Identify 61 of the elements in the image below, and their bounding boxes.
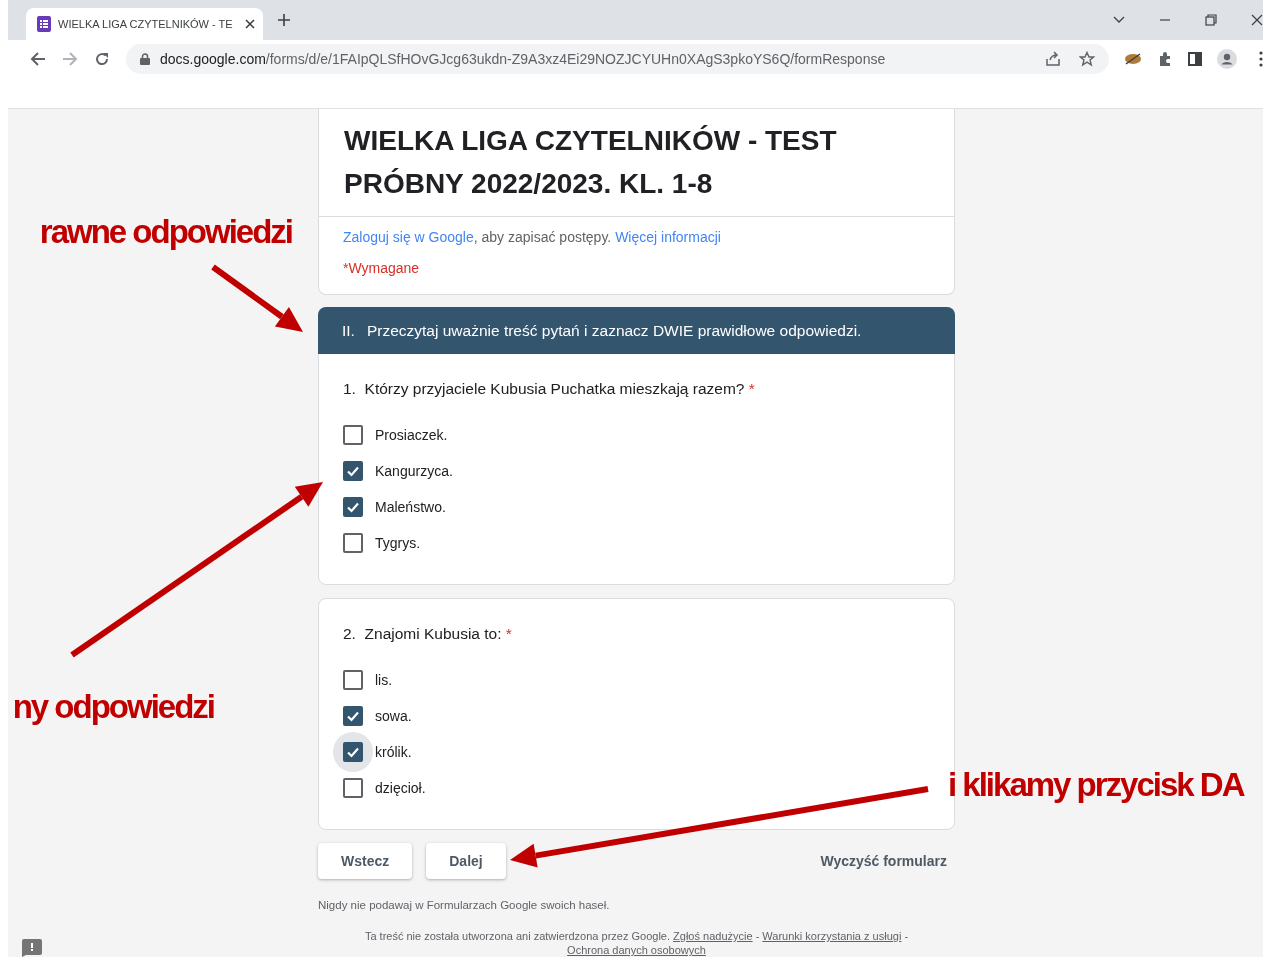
extension-icon[interactable]: [1124, 52, 1142, 66]
privacy-link[interactable]: Ochrona danych osobowych: [567, 943, 706, 957]
sign-in-link[interactable]: Zaloguj się w Google: [343, 229, 474, 245]
share-icon[interactable]: [1045, 51, 1061, 67]
reload-icon[interactable]: [94, 51, 110, 67]
section-title: Przeczytaj uważnie treść pytań i zaznacz DWIE prawidłowe odpowiedzi.: [366, 321, 862, 340]
lock-icon: [140, 53, 150, 65]
back-button[interactable]: Wstecz: [318, 843, 413, 879]
checkbox[interactable]: [343, 706, 363, 726]
form-title: WIELKA LIGA CZYTELNIKÓW - TEST PRÓBNY 2022/2023. KL. 1-8: [319, 109, 954, 217]
feedback-icon[interactable]: [22, 939, 42, 957]
question-text: 1. Którzy przyjaciele Kubusia Puchatka mieszkają razem? *: [343, 379, 756, 399]
close-icon[interactable]: [245, 19, 255, 29]
check-icon: [346, 745, 360, 759]
option-label[interactable]: Tygrys.: [375, 535, 421, 551]
checkbox[interactable]: [343, 533, 363, 553]
required-note: *Wymagane: [343, 259, 421, 278]
back-icon[interactable]: [30, 51, 46, 67]
restore-icon[interactable]: [1205, 14, 1217, 26]
report-abuse-link[interactable]: Zgłoś nadużycie: [673, 930, 753, 942]
checkbox[interactable]: [343, 497, 363, 517]
new-tab-icon[interactable]: [277, 13, 291, 27]
annotation-text: ny odpowiedzi: [11, 687, 214, 727]
annotation-text: rawne odpowiedzi: [38, 212, 292, 252]
clear-form-button[interactable]: Wyczyść formularz: [812, 853, 955, 869]
checkbox[interactable]: [343, 425, 363, 445]
terms-link[interactable]: Warunki korzystania z usługi: [762, 930, 902, 942]
checkbox[interactable]: [343, 742, 363, 762]
checkbox[interactable]: [343, 461, 363, 481]
close-icon[interactable]: [1251, 14, 1263, 26]
check-icon: [346, 709, 360, 723]
option-label[interactable]: lis.: [375, 672, 393, 688]
section-number: II.: [342, 321, 355, 340]
forms-icon: [36, 16, 52, 32]
option-label[interactable]: królik.: [375, 744, 412, 760]
annotation-text: i klikamy przycisk DA: [948, 765, 1244, 805]
more-icon[interactable]: [1259, 51, 1263, 67]
sign-in-note: Zaloguj się w Google, aby zapisać postępy. Więcej informacji: [343, 228, 722, 247]
checkbox[interactable]: [343, 670, 363, 690]
chevron-down-icon[interactable]: [1113, 16, 1125, 24]
checkbox[interactable]: [343, 778, 363, 798]
address-bar[interactable]: docs.google.com/forms/d/e/1FAIpQLSfHOvGJcg63ukdn-Z9A3xz4Ei29NOZJCYUHn0XAgS3pkoYS6Q/formResponse: [126, 44, 1109, 74]
puzzle-icon[interactable]: [1157, 51, 1173, 67]
option-label[interactable]: Maleństwo.: [375, 499, 446, 515]
check-icon: [346, 464, 360, 478]
url-text: docs.google.com/forms/d/e/1FAIpQLSfHOvGJcg63ukdn-Z9A3xz4Ei29NOZJCYUHn0XAgS3pkoYS6Q/formResponse: [160, 51, 886, 67]
star-icon[interactable]: [1079, 51, 1095, 67]
minimize-icon[interactable]: [1159, 19, 1171, 21]
next-button[interactable]: Dalej: [426, 843, 506, 879]
check-icon: [346, 500, 360, 514]
disclaimer-text: Ta treść nie została utworzona ani zatwierdzona przez Google. Zgłoś nadużycie - Warunki korzystania z usługi - Ochrona danych osobowych: [363, 929, 910, 957]
profile-icon[interactable]: [1217, 49, 1237, 69]
browser-tab[interactable]: WIELKA LIGA CZYTELNIKÓW - TE: [26, 8, 263, 40]
side-panel-icon[interactable]: [1188, 52, 1202, 66]
password-warning: Nigdy nie podawaj w Formularzach Google swoich haseł.: [318, 898, 611, 912]
more-info-link[interactable]: Więcej informacji: [615, 229, 721, 245]
option-label[interactable]: Prosiaczek.: [375, 427, 448, 443]
question-text: 2. Znajomi Kubusia to: *: [343, 624, 513, 644]
option-label[interactable]: dzięcioł.: [375, 780, 426, 796]
option-label[interactable]: sowa.: [375, 708, 412, 724]
option-label[interactable]: Kangurzyca.: [375, 463, 453, 479]
